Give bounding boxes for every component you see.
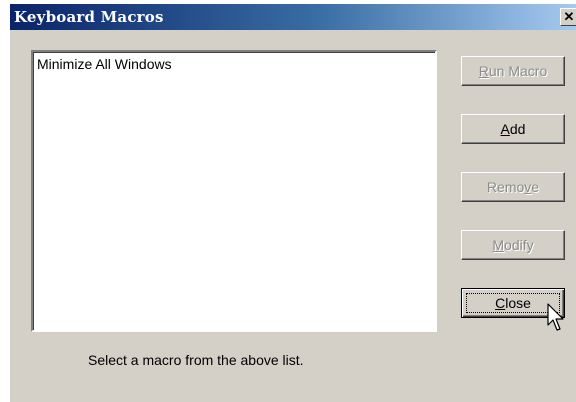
close-window-button[interactable]: ✕ (560, 8, 576, 26)
remove-button[interactable]: Remove (461, 172, 565, 202)
macro-list-item[interactable]: Minimize All Windows (37, 56, 172, 72)
mouse-pointer-icon (547, 303, 564, 331)
run-macro-button[interactable]: Run Macro (461, 56, 565, 86)
modify-button[interactable]: Modify (461, 230, 565, 260)
keyboard-macros-dialog: Keyboard Macros ✕ Minimize All Windows R… (10, 4, 576, 402)
macro-listbox[interactable]: Minimize All Windows (31, 50, 437, 332)
window-title: Keyboard Macros (14, 8, 164, 26)
status-text: Select a macro from the above list. (88, 352, 304, 368)
title-bar[interactable]: Keyboard Macros ✕ (10, 4, 576, 30)
add-button[interactable]: Add (461, 114, 565, 144)
close-icon: ✕ (563, 9, 575, 24)
